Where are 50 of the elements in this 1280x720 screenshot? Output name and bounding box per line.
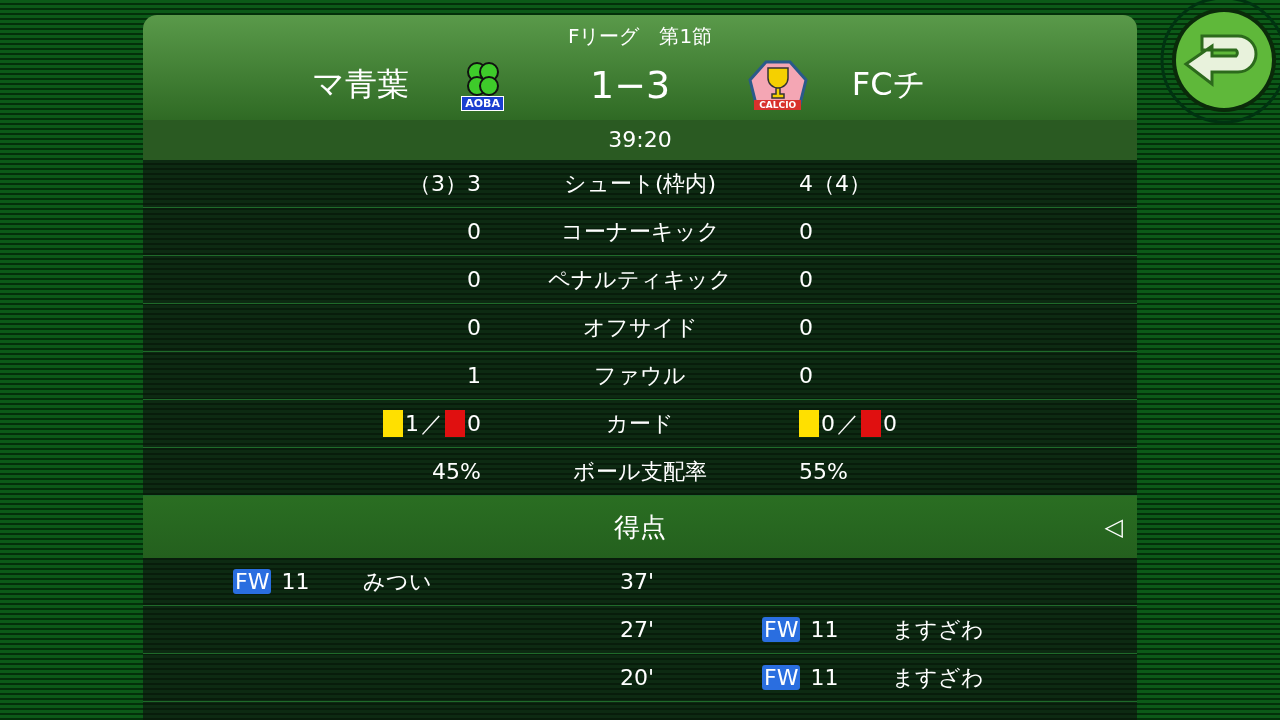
stat-label: ペナルティキック — [548, 266, 732, 292]
stat-value: 0 — [821, 411, 835, 436]
shirt-number: 11 — [281, 569, 311, 594]
goal-minute: 20' — [620, 665, 655, 690]
position-badge: FW — [762, 665, 801, 690]
position-badge: FW — [233, 569, 272, 594]
home-team-name: マ青葉 — [310, 64, 410, 105]
player-name: ますざわ — [892, 615, 985, 644]
stat-value: 0 — [799, 267, 813, 292]
separator: ／ — [421, 409, 443, 438]
section-title: 得点 — [614, 510, 666, 544]
stat-value: 0 — [799, 363, 813, 388]
stat-value: 0 — [467, 219, 481, 244]
caution-card-icon — [799, 410, 819, 437]
goal-minute: 27' — [620, 617, 655, 642]
stat-label: コーナーキック — [560, 218, 720, 244]
stat-value: 0 — [883, 411, 897, 436]
sending-off-card-icon — [861, 410, 881, 437]
stat-label: シュート(枠内) — [563, 170, 717, 196]
goal-minute: 37' — [620, 569, 655, 594]
away-team-name: FCチ — [850, 64, 927, 105]
team-logo-label: AOBA — [461, 95, 504, 111]
league-round: Fリーグ 第1節 — [567, 23, 713, 50]
stat-value: 0 — [467, 267, 481, 292]
stat-value: 0 — [467, 315, 481, 340]
stat-label: オフサイド — [582, 314, 698, 340]
stat-value: 1 — [467, 363, 481, 388]
shirt-number: 11 — [810, 665, 840, 690]
stat-label: カード — [606, 410, 674, 436]
separator: ／ — [837, 409, 859, 438]
sending-off-card-icon — [445, 410, 465, 437]
caution-card-icon — [383, 410, 403, 437]
stat-value: 55% — [799, 459, 848, 484]
stat-value: 1 — [405, 411, 419, 436]
player-name: ますざわ — [892, 663, 985, 692]
shirt-number: 11 — [810, 617, 840, 642]
stat-value: 0 — [799, 315, 813, 340]
position-badge: FW — [762, 617, 801, 642]
stat-value: 4（4） — [799, 169, 871, 198]
team-logo-label: CALCIO — [754, 100, 802, 110]
stat-value: （3）3 — [409, 169, 481, 198]
player-name: みつい — [363, 567, 433, 596]
stat-value: 0 — [467, 411, 481, 436]
match-score: 1−3 — [589, 63, 672, 107]
collapse-toggle[interactable]: ◁ — [1104, 513, 1123, 541]
stat-label: ファウル — [594, 362, 686, 388]
stat-value: 0 — [799, 219, 813, 244]
stat-label: ボール支配率 — [573, 458, 707, 484]
stat-value: 45% — [432, 459, 481, 484]
match-clock: 39:20 — [143, 120, 1137, 160]
